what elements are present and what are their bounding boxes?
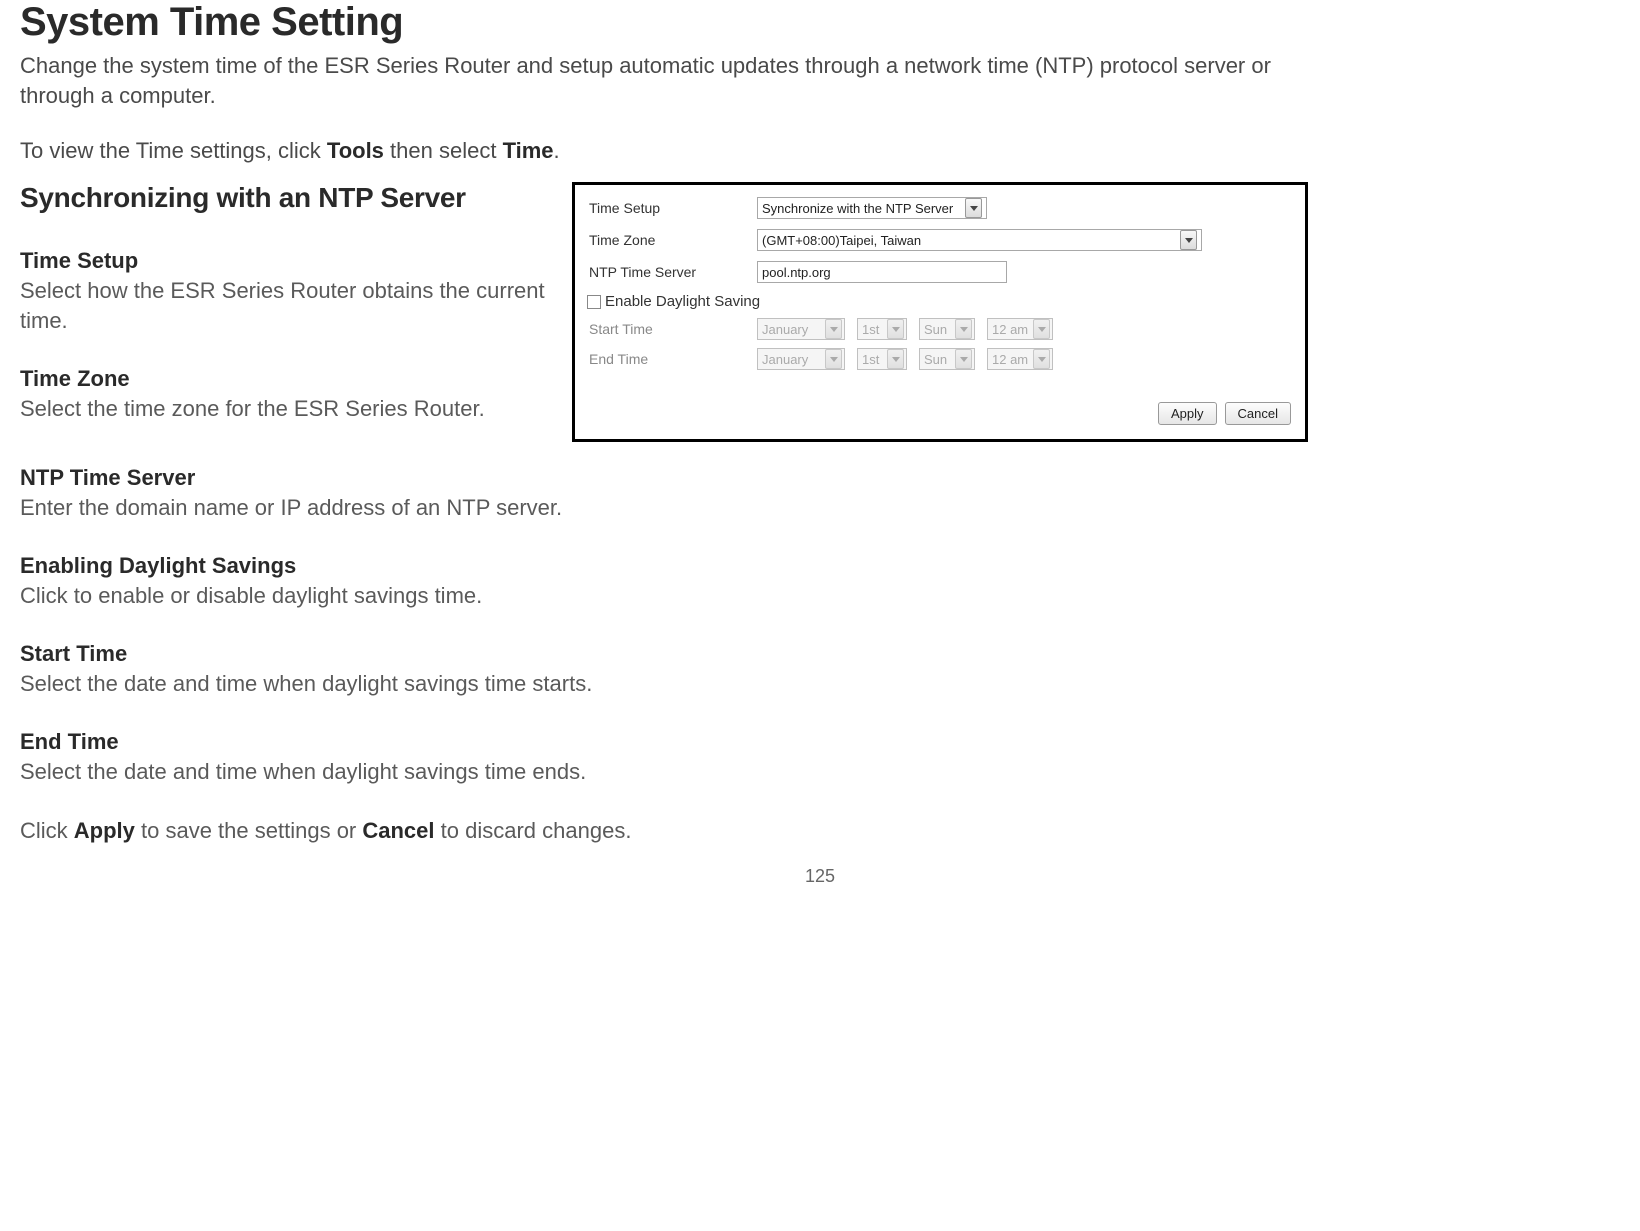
def-dst-enable-body: Click to enable or disable daylight savi… [20, 581, 1620, 611]
page-title: System Time Setting [20, 0, 1620, 45]
nav-instruction: To view the Time settings, click Tools t… [20, 138, 1620, 164]
time-setup-select[interactable]: Synchronize with the NTP Server [757, 197, 987, 219]
nav-mid: then select [384, 138, 503, 163]
def-end-time: End Time Select the date and time when d… [20, 729, 1620, 787]
ntp-server-input[interactable] [757, 261, 1007, 283]
apply-mid: to save the settings or [135, 818, 362, 843]
subheading: Synchronizing with an NTP Server [20, 182, 560, 214]
time-zone-value: (GMT+08:00)Taipei, Taiwan [762, 233, 921, 248]
def-time-zone-body: Select the time zone for the ESR Series … [20, 394, 560, 424]
label-ntp: NTP Time Server [587, 264, 757, 280]
end-ord-value: 1st [862, 352, 879, 367]
nav-prefix: To view the Time settings, click [20, 138, 327, 163]
def-dst-enable: Enabling Daylight Savings Click to enabl… [20, 553, 1620, 611]
intro-text: Change the system time of the ESR Series… [20, 51, 1280, 110]
end-hour-value: 12 am [992, 352, 1028, 367]
def-time-zone: Time Zone Select the time zone for the E… [20, 366, 560, 424]
cancel-button[interactable]: Cancel [1225, 402, 1291, 425]
def-ntp: NTP Time Server Enter the domain name or… [20, 465, 1620, 523]
enable-dst-label: Enable Daylight Saving [605, 293, 760, 310]
start-ordinal-select[interactable]: 1st [857, 318, 907, 340]
chevron-down-icon [887, 319, 904, 339]
apply-cancel-note: Click Apply to save the settings or Canc… [20, 816, 1620, 846]
start-ord-value: 1st [862, 322, 879, 337]
nav-suffix: . [554, 138, 560, 163]
def-dst-enable-title: Enabling Daylight Savings [20, 553, 1620, 579]
start-month-select[interactable]: January [757, 318, 845, 340]
chevron-down-icon [1033, 319, 1050, 339]
start-hour-select[interactable]: 12 am [987, 318, 1053, 340]
chevron-down-icon [1180, 230, 1197, 250]
start-month-value: January [762, 322, 808, 337]
def-start-time: Start Time Select the date and time when… [20, 641, 1620, 699]
chevron-down-icon [825, 349, 842, 369]
time-settings-panel: Time Setup Synchronize with the NTP Serv… [572, 182, 1308, 442]
label-time-zone: Time Zone [587, 232, 757, 248]
chevron-down-icon [965, 198, 982, 218]
chevron-down-icon [955, 319, 972, 339]
apply-suffix: to discard changes. [435, 818, 632, 843]
label-time-setup: Time Setup [587, 200, 757, 216]
chevron-down-icon [955, 349, 972, 369]
start-hour-value: 12 am [992, 322, 1028, 337]
end-day-value: Sun [924, 352, 947, 367]
label-start-time: Start Time [587, 321, 757, 337]
time-zone-select[interactable]: (GMT+08:00)Taipei, Taiwan [757, 229, 1202, 251]
page-number: 125 [20, 866, 1620, 887]
chevron-down-icon [825, 319, 842, 339]
def-time-zone-title: Time Zone [20, 366, 560, 392]
def-time-setup-body: Select how the ESR Series Router obtains… [20, 276, 560, 335]
nav-tools: Tools [327, 138, 384, 163]
label-end-time: End Time [587, 351, 757, 367]
def-time-setup-title: Time Setup [20, 248, 560, 274]
apply-bold: Apply [74, 818, 135, 843]
start-day-value: Sun [924, 322, 947, 337]
apply-button[interactable]: Apply [1158, 402, 1217, 425]
def-ntp-body: Enter the domain name or IP address of a… [20, 493, 1620, 523]
def-end-time-body: Select the date and time when daylight s… [20, 757, 1620, 787]
chevron-down-icon [887, 349, 904, 369]
end-day-select[interactable]: Sun [919, 348, 975, 370]
def-ntp-title: NTP Time Server [20, 465, 1620, 491]
cancel-bold: Cancel [362, 818, 434, 843]
end-hour-select[interactable]: 12 am [987, 348, 1053, 370]
end-month-value: January [762, 352, 808, 367]
start-day-select[interactable]: Sun [919, 318, 975, 340]
nav-time: Time [503, 138, 554, 163]
def-time-setup: Time Setup Select how the ESR Series Rou… [20, 248, 560, 335]
def-start-time-title: Start Time [20, 641, 1620, 667]
apply-prefix: Click [20, 818, 74, 843]
enable-dst-checkbox[interactable] [587, 295, 601, 309]
end-ordinal-select[interactable]: 1st [857, 348, 907, 370]
chevron-down-icon [1033, 349, 1050, 369]
def-end-time-title: End Time [20, 729, 1620, 755]
time-setup-value: Synchronize with the NTP Server [762, 201, 953, 216]
end-month-select[interactable]: January [757, 348, 845, 370]
def-start-time-body: Select the date and time when daylight s… [20, 669, 1620, 699]
